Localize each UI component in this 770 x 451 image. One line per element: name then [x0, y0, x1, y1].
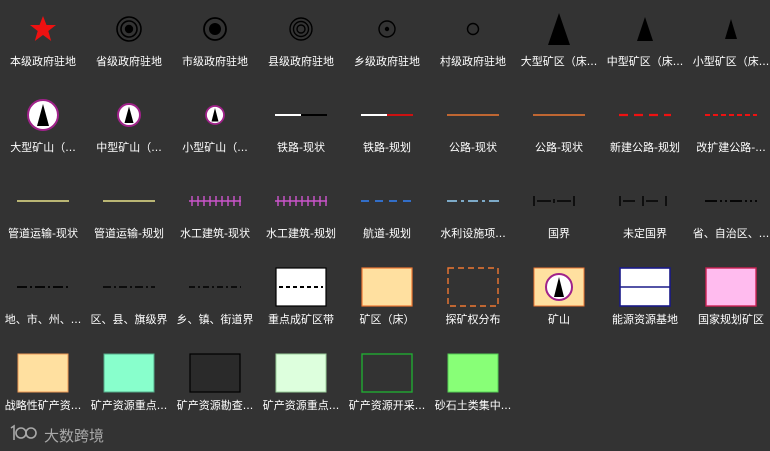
undetermined-border-line-icon [602, 176, 688, 226]
national-planned-mining-icon [688, 262, 770, 312]
medium-triangle-icon [602, 4, 688, 54]
legend-item[interactable]: 大型矿山（... [0, 86, 86, 172]
national-border-line-icon [516, 176, 602, 226]
ring-dot-icon [344, 4, 430, 54]
legend-label: 砂石土类集中... [434, 399, 512, 412]
legend-item[interactable]: 大型矿区（床... [516, 0, 602, 86]
legend-label: 改扩建公路-... [696, 141, 766, 154]
legend-item[interactable]: 县级政府驻地 [258, 0, 344, 86]
legend-item[interactable]: 新建公路-规划 [602, 86, 688, 172]
hydraulic-current-line-icon [172, 176, 258, 226]
legend-item[interactable]: 水工建筑-现状 [172, 172, 258, 258]
legend-item[interactable]: 国界 [516, 172, 602, 258]
legend-item[interactable]: 乡级政府驻地 [344, 0, 430, 86]
township-boundary-line-icon [172, 262, 258, 312]
prefecture-boundary-line-icon [0, 262, 86, 312]
legend-item[interactable]: 地、市、州、... [0, 258, 86, 344]
legend-item[interactable]: 小型矿区（床... [688, 0, 770, 86]
mineral-survey-fill-icon [172, 348, 258, 398]
legend-item[interactable]: 本级政府驻地 [0, 0, 86, 86]
pipeline-planned-line-icon [86, 176, 172, 226]
red-star-icon [0, 4, 86, 54]
brand-logo-icon [8, 424, 38, 446]
watermark-text: 大数跨境 [44, 426, 105, 445]
small-ring-icon [430, 4, 516, 54]
highway-current-line-icon [430, 90, 516, 140]
legend-item[interactable]: 水工建筑-规划 [258, 172, 344, 258]
expansion-highway-line-icon [688, 90, 770, 140]
legend-item[interactable]: 省级政府驻地 [86, 0, 172, 86]
legend-item[interactable]: 铁路-规划 [344, 86, 430, 172]
energy-base-icon [602, 262, 688, 312]
legend-item[interactable]: 砂石土类集中... [430, 344, 516, 430]
legend-item[interactable]: 矿产资源开采... [344, 344, 430, 430]
highway-current-line-icon [516, 90, 602, 140]
key-mineral-fill-icon [86, 348, 172, 398]
legend-item[interactable]: 区、县、旗级界 [86, 258, 172, 344]
legend-item[interactable]: 小型矿山（... [172, 86, 258, 172]
small-triangle-icon [688, 4, 770, 54]
small-mine-circle-icon [172, 90, 258, 140]
legend-item[interactable]: 航道-规划 [344, 172, 430, 258]
legend-item[interactable]: 公路-现状 [430, 86, 516, 172]
mining-area-fill-icon [344, 262, 430, 312]
legend-item[interactable]: 铁路-现状 [258, 86, 344, 172]
legend-label: 省、自治区、... [692, 227, 770, 240]
legend-item[interactable]: 管道运输-规划 [86, 172, 172, 258]
new-highway-planned-line-icon [602, 90, 688, 140]
waterway-planned-line-icon [344, 176, 430, 226]
legend-item[interactable]: 重点成矿区带 [258, 258, 344, 344]
large-mine-circle-icon [0, 90, 86, 140]
legend-label: 国家规划矿区 [698, 313, 764, 326]
legend-item[interactable]: 矿产资源重点... [86, 344, 172, 430]
sand-gravel-fill-icon [430, 348, 516, 398]
legend-item[interactable]: 管道运输-现状 [0, 172, 86, 258]
legend-item[interactable]: 战略性矿产资... [0, 344, 86, 430]
legend-item[interactable]: 探矿权分布 [430, 258, 516, 344]
legend-label: 小型矿区（床... [692, 55, 770, 68]
legend-item[interactable]: 改扩建公路-... [688, 86, 770, 172]
hydraulic-planned-line-icon [258, 176, 344, 226]
legend-item[interactable]: 乡、镇、街道界 [172, 258, 258, 344]
legend-item[interactable]: 未定国界 [602, 172, 688, 258]
legend-item[interactable]: 水利设施项... [430, 172, 516, 258]
triple-ring-icon [258, 4, 344, 54]
pipeline-current-line-icon [0, 176, 86, 226]
legend-item[interactable]: 矿山 [516, 258, 602, 344]
strategic-mineral-fill-icon [0, 348, 86, 398]
legend-item[interactable]: 市级政府驻地 [172, 0, 258, 86]
triple-ring-dot-icon [86, 4, 172, 54]
county-boundary-line-icon [86, 262, 172, 312]
province-boundary-line-icon [688, 176, 770, 226]
watermark: 大数跨境 [8, 424, 104, 446]
mine-fill-icon [516, 262, 602, 312]
large-triangle-icon [516, 4, 602, 54]
legend-item[interactable]: 矿产资源重点... [258, 344, 344, 430]
legend-item[interactable]: 能源资源基地 [602, 258, 688, 344]
exploration-right-icon [430, 262, 516, 312]
legend-item[interactable]: 矿区（床） [344, 258, 430, 344]
legend-item[interactable]: 省、自治区、... [688, 172, 770, 258]
key-mineral-light-fill-icon [258, 348, 344, 398]
double-ring-dot-icon [172, 4, 258, 54]
water-conservancy-line-icon [430, 176, 516, 226]
legend-item[interactable]: 公路-现状 [516, 86, 602, 172]
medium-mine-circle-icon [86, 90, 172, 140]
legend-item[interactable]: 村级政府驻地 [430, 0, 516, 86]
mineral-development-fill-icon [344, 348, 430, 398]
legend-item[interactable]: 中型矿山（... [86, 86, 172, 172]
railway-current-line-icon [258, 90, 344, 140]
railway-planned-line-icon [344, 90, 430, 140]
legend-item[interactable]: 中型矿区（床... [602, 0, 688, 86]
legend-item[interactable]: 国家规划矿区 [688, 258, 770, 344]
legend-item[interactable]: 矿产资源勘查... [172, 344, 258, 430]
key-mining-zone-icon [258, 262, 344, 312]
